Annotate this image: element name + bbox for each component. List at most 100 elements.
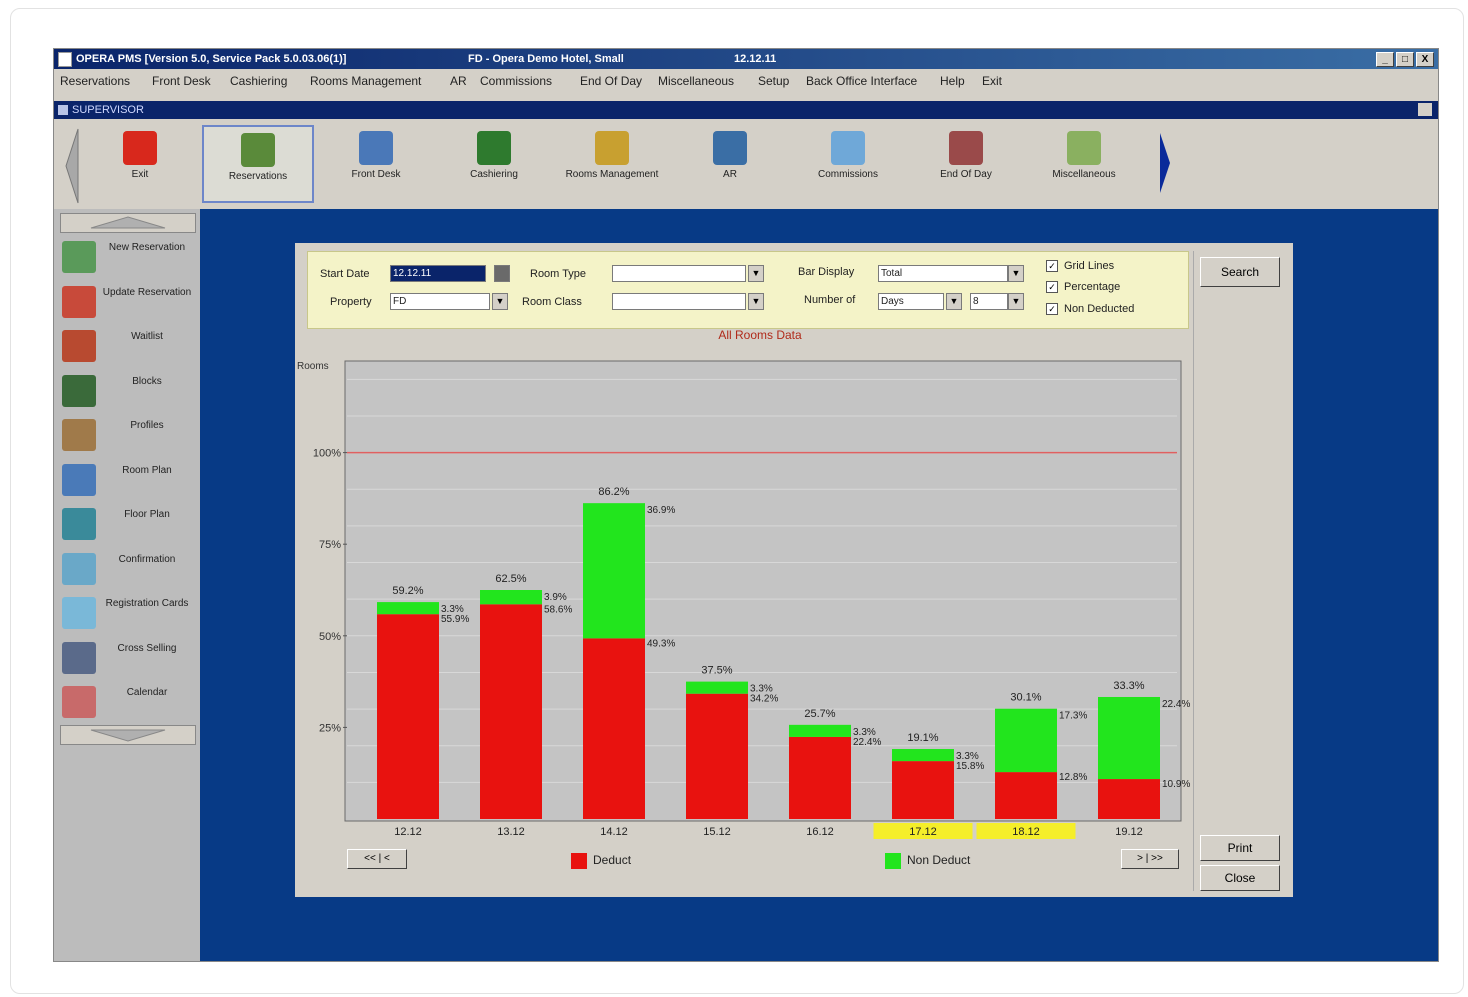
menu-setup[interactable]: Setup [758, 71, 789, 91]
sidebar-scroll-down[interactable] [60, 725, 196, 745]
action-column: Search Print Close [1193, 251, 1286, 891]
toolbar-button-exit[interactable]: Exit [84, 125, 196, 203]
toolbar-button-reservations[interactable]: Reservations [202, 125, 314, 203]
bar-non-deduct [892, 749, 954, 762]
sidebar-item-blocks[interactable]: Blocks [58, 371, 196, 411]
bar-deduct [1098, 779, 1160, 819]
menu-end-of-day[interactable]: End Of Day [580, 71, 642, 91]
menu-cashiering[interactable]: Cashiering [230, 71, 287, 91]
toolbar-button-commissions[interactable]: Commissions [792, 125, 904, 203]
print-button[interactable]: Print [1200, 835, 1280, 861]
toolbar-button-label: Reservations [228, 171, 288, 182]
bar-total-label: 30.1% [1010, 692, 1041, 704]
x-tick-label: 13.12 [497, 826, 525, 838]
sidebar: New Reservation Update Reservation Waitlis… [54, 209, 200, 961]
bar-deduct [995, 772, 1057, 819]
next-page-buttons[interactable]: > | >> [1121, 849, 1179, 869]
sidebar-item-waitlist[interactable]: Waitlist [58, 326, 196, 366]
floor-plan-icon [62, 508, 96, 540]
toolbar-button-miscellaneous[interactable]: Miscellaneous [1028, 125, 1140, 203]
sidebar-scroll-up[interactable] [60, 213, 196, 233]
bar-deduct-label: 10.9% [1162, 779, 1190, 790]
menu-ar[interactable]: AR [450, 71, 467, 91]
menu-commissions[interactable]: Commissions [480, 71, 552, 91]
bar-deduct [480, 604, 542, 819]
toolbar-left-arrow[interactable] [62, 127, 82, 205]
sidebar-item-label: Calendar [126, 687, 168, 698]
toolbar-right-arrow[interactable] [1158, 129, 1172, 197]
legend-deduct-swatch [571, 853, 587, 869]
front-desk-icon [359, 131, 393, 165]
menu-front-desk[interactable]: Front Desk [152, 71, 211, 91]
menu-reservations[interactable]: Reservations [60, 71, 130, 91]
room-statistics-panel: Start Date 12.12.11 Property FD ▼ Room T… [295, 243, 1293, 897]
business-date: 12.12.11 [734, 53, 777, 65]
cross-selling-icon [62, 641, 96, 674]
bar-deduct-label: 55.9% [441, 614, 469, 625]
exit-door-icon [123, 131, 157, 165]
update-reservation-icon [62, 285, 96, 318]
toolbar-button-ar[interactable]: AR [674, 125, 786, 203]
sidebar-item-room-plan[interactable]: Room Plan [58, 460, 196, 500]
menu-help[interactable]: Help [940, 71, 965, 91]
toolbar-button-end-of-day[interactable]: End Of Day [910, 125, 1022, 203]
x-tick-label: 17.12 [909, 826, 937, 838]
bar-non-deduct [583, 503, 645, 639]
menu-exit[interactable]: Exit [982, 71, 1002, 91]
sidebar-item-label: New Reservation [108, 242, 186, 253]
bar-non-deduct [1098, 696, 1160, 780]
last-page-button[interactable]: >> [1151, 853, 1163, 864]
menu-back-office-interface[interactable]: Back Office Interface [806, 71, 917, 91]
next-page-button[interactable]: > [1137, 853, 1143, 864]
bar-total-label: 25.7% [804, 708, 835, 720]
toolbar-button-rooms-management[interactable]: Rooms Management [556, 125, 668, 203]
sidebar-item-registration-cards[interactable]: Registration Cards [58, 593, 196, 633]
sidebar-item-calendar[interactable]: Calendar [58, 682, 196, 722]
sidebar-item-floor-plan[interactable]: Floor Plan [58, 504, 196, 544]
close-window-button[interactable]: X [1416, 52, 1434, 67]
menu-rooms-management[interactable]: Rooms Management [310, 71, 421, 91]
first-page-button[interactable]: << [364, 853, 376, 864]
bar-total-label: 62.5% [495, 573, 526, 585]
sidebar-item-label: Update Reservation [102, 286, 192, 298]
sidebar-item-label: Room Plan [122, 464, 172, 476]
bar-non-deduct [789, 724, 851, 737]
profiles-icon [62, 419, 96, 451]
toolbar-button-label: Cashiering [470, 169, 518, 180]
main-toolbar: Exit Reservations Front Desk Cashiering Room… [54, 121, 1438, 207]
sidebar-item-cross-selling[interactable]: Cross Selling [58, 638, 196, 678]
bar-total-label: 59.2% [392, 585, 423, 597]
y-tick-label: 100% [313, 448, 341, 460]
toolbar-button-label: Exit [131, 169, 149, 180]
sidebar-item-profiles[interactable]: Profiles [58, 415, 196, 455]
close-button[interactable]: Close [1200, 865, 1280, 891]
menu-bar: Reservations Front Desk Cashiering Rooms… [54, 71, 1438, 91]
bar-total-label: 19.1% [907, 732, 938, 744]
maximize-button[interactable]: □ [1396, 52, 1414, 67]
toolbar-button-cashiering[interactable]: Cashiering [438, 125, 550, 203]
bar-total-label: 33.3% [1113, 680, 1144, 692]
restore-button[interactable] [1418, 103, 1432, 116]
supervisor-titlebar: SUPERVISOR [54, 101, 1438, 119]
window-title: OPERA PMS [Version 5.0, Service Pack 5.0… [76, 53, 347, 65]
legend-non-deduct-label: Non Deduct [907, 853, 971, 867]
bar-deduct-label: 58.6% [544, 604, 572, 615]
menu-miscellaneous[interactable]: Miscellaneous [658, 71, 734, 91]
sidebar-item-label: Blocks [132, 375, 162, 387]
bar-deduct [892, 761, 954, 819]
bar-non-deduct-label: 17.3% [1059, 711, 1087, 722]
y-tick-label: 50% [319, 631, 341, 643]
x-tick-label: 12.12 [394, 826, 422, 838]
sidebar-item-update-reservation[interactable]: Update Reservation [58, 282, 196, 322]
confirmation-icon [62, 552, 96, 585]
toolbar-button-front-desk[interactable]: Front Desk [320, 125, 432, 203]
sidebar-item-new-reservation[interactable]: New Reservation [58, 237, 196, 277]
minimize-button[interactable]: _ [1376, 52, 1394, 67]
previous-page-button[interactable]: < [384, 853, 390, 864]
search-button[interactable]: Search [1200, 257, 1280, 287]
title-bar: OPERA PMS [Version 5.0, Service Pack 5.0… [54, 49, 1438, 69]
chevron-down-icon [90, 729, 166, 742]
toolbar-button-label: AR [723, 169, 737, 180]
prev-page-buttons[interactable]: << | < [347, 849, 407, 869]
sidebar-item-confirmation[interactable]: Confirmation [58, 549, 196, 589]
